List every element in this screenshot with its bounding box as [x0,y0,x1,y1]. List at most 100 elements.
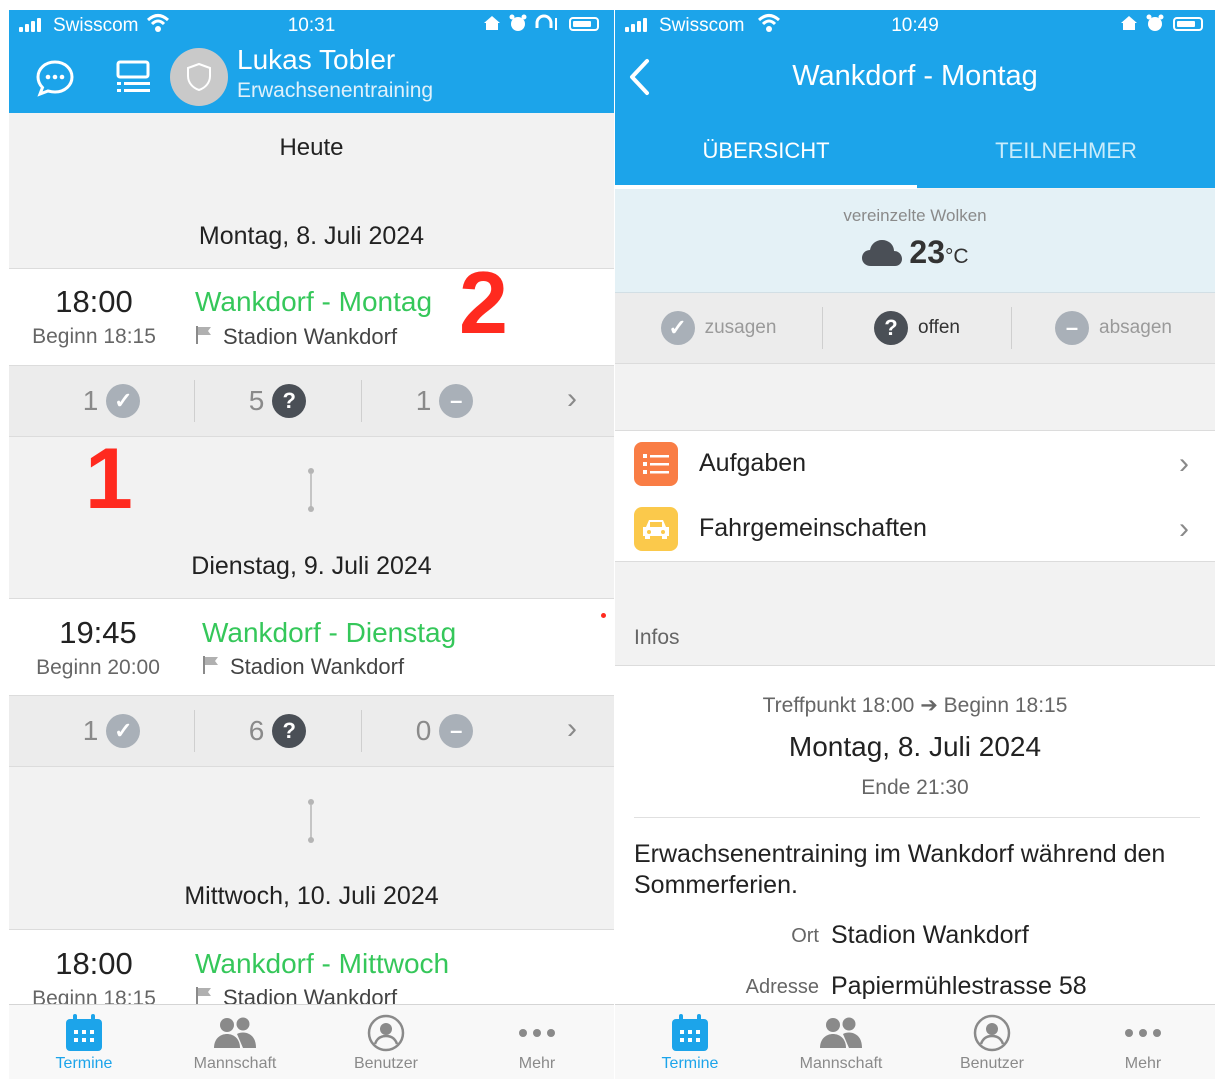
battery-icon [569,17,599,31]
tab-label: Benutzer [353,1055,419,1072]
rsvp-summary-bar[interactable]: 1 ✓ 6? 0– › [9,695,614,767]
alarm-icon [509,14,527,37]
chevron-right-icon: › [567,382,577,415]
event-time: 18:00 [55,284,133,319]
minus-icon: – [1055,311,1090,345]
status-bar: Swisscom 10:49 [615,10,1215,40]
divider [634,817,1200,818]
tab-mannschaft[interactable]: Mannschaft [160,1011,310,1073]
user-name: Lukas Tobler [237,44,396,75]
meeting-line: Treffpunkt 18:00 ➔ Beginn 18:15 [762,694,1068,717]
event-card-monday[interactable]: 18:00 Beginn 18:15 Wankdorf - Montag Sta… [9,259,614,365]
tab-label: Benutzer [959,1055,1025,1072]
people-icon [214,1017,256,1048]
row-aufgaben[interactable]: Aufgaben › [615,430,1215,497]
unread-dot [601,613,606,618]
event-time: 18:00 [55,946,133,981]
home-icon [1120,14,1138,37]
shield-icon [187,62,211,92]
event-begin: Beginn 20:00 [36,656,160,679]
right-screen: Swisscom 10:49 Wankdorf - Montag ÜBERSIC… [615,10,1215,1079]
minus-icon: – [439,384,474,418]
tasks-icon [634,441,678,486]
team-name: Erwachsenentraining [237,79,434,102]
left-screen: Swisscom 10:31 Lukas Tobler Erwachsenent… [9,10,614,1079]
tab-label: Mannschaft [193,1055,277,1072]
row-label: Aufgaben [699,449,807,477]
tab-mannschaft[interactable]: Mannschaft [766,1011,916,1073]
row-label: Fahrgemeinschaften [699,514,927,542]
tab-termine[interactable]: Termine [9,1011,159,1073]
rsvp-summary-bar[interactable]: 1 ✓ 5? 1– › [9,365,614,437]
event-card-tuesday[interactable]: 19:45 Beginn 20:00 Wankdorf - Dienstag S… [9,598,614,695]
tab-bar: Termine Mannschaft Benutzer Mehr [9,1004,614,1079]
headphones-icon [535,14,561,37]
tab-bar: Termine Mannschaft Benutzer Mehr [615,1004,1215,1079]
decline-label: absagen [1099,317,1172,338]
event-location: Stadion Wankdorf [223,324,398,349]
chat-icon[interactable] [35,58,75,103]
check-icon: ✓ [106,714,141,748]
event-time: 19:45 [59,615,137,650]
event-title: Wankdorf - Mittwoch [195,948,450,979]
event-title: Wankdorf - Montag [195,286,433,317]
tab-teilnehmer[interactable]: TEILNEHMER [917,138,1215,164]
open-button[interactable]: ? offen [823,293,1011,363]
chevron-right-icon: › [567,712,577,745]
check-icon: ✓ [660,311,695,345]
event-end: Ende 21:30 [861,776,969,799]
weather-panel: vereinzelte Wolken 23 °C [615,189,1215,293]
temperature-unit: °C [945,244,969,268]
weather-description: vereinzelte Wolken [843,206,987,225]
temperature: 23 [909,234,945,270]
status-bar: Swisscom 10:31 [9,10,614,40]
people-icon [820,1017,862,1048]
ort-value: Stadion Wankdorf [831,921,1029,949]
open-label: offen [918,317,960,338]
car-icon [634,506,678,551]
rsvp-bar: ✓ zusagen ? offen – absagen [615,293,1215,364]
check-icon: ✓ [106,384,141,418]
app-header: Swisscom 10:31 Lukas Tobler Erwachsenent… [9,10,614,113]
event-begin: Beginn 18:15 [32,325,156,348]
detail-title: Wankdorf - Montag [792,60,1038,92]
ort-label: Ort [791,925,819,947]
accept-button[interactable]: ✓ zusagen [615,293,822,363]
calendar-icon [66,1014,102,1051]
adresse-value: Papiermühlestrasse 58 [831,972,1087,1000]
tab-benutzer[interactable]: Benutzer [917,1011,1067,1073]
date-header: Dienstag, 9. Juli 2024 [191,552,432,580]
home-icon [483,14,501,37]
decline-button[interactable]: – absagen [1012,293,1215,363]
event-description: Erwachsenentraining im Wankdorf während … [634,840,1166,899]
calendar-icon [672,1014,708,1051]
event-location: Stadion Wankdorf [230,654,405,679]
yes-count: 1 [82,385,99,416]
yes-count: 1 [82,715,99,746]
list-view-icon[interactable] [113,59,153,102]
tab-mehr[interactable]: Mehr [462,1011,612,1073]
date-header: Mittwoch, 10. Juli 2024 [184,882,439,910]
tab-mehr[interactable]: Mehr [1068,1011,1215,1073]
tab-uebersicht[interactable]: ÜBERSICHT [615,138,917,164]
question-icon: ? [874,311,909,345]
today-label: Heute [279,134,344,161]
alarm-icon [1146,14,1164,37]
user-circle-icon [367,1014,405,1052]
cloud-icon [862,239,903,266]
team-avatar[interactable] [170,48,228,106]
accept-label: zusagen [704,317,777,338]
tab-label: Mehr [518,1055,556,1072]
flag-icon [202,655,220,680]
flag-icon [195,325,213,350]
tab-termine[interactable]: Termine [615,1011,765,1073]
annotation-number-2: 2 [459,253,508,352]
chevron-right-icon: › [1179,446,1189,480]
row-fahrgemeinschaften[interactable]: Fahrgemeinschaften › [615,496,1215,562]
more-icon [1125,1029,1161,1037]
tab-benutzer[interactable]: Benutzer [311,1011,461,1073]
annotation-number-1: 1 [85,431,133,527]
open-count: 5 [248,385,265,416]
tab-label: Termine [661,1055,719,1072]
tab-label: Mannschaft [799,1055,883,1072]
